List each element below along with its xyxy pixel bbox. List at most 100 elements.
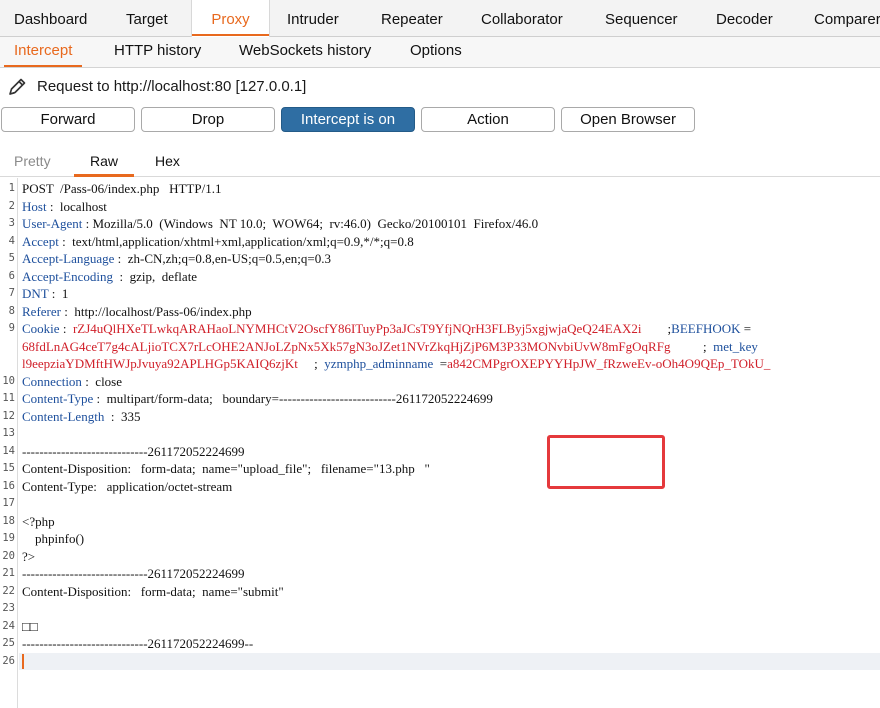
tab-http-history[interactable]: HTTP history (114, 37, 201, 67)
tab-pretty[interactable]: Pretty (14, 146, 51, 176)
code-line: Content-Type: application/octet-stream (22, 478, 232, 496)
code-line: Content-Length : 335 (22, 408, 140, 426)
tab-websockets-history[interactable]: WebSockets history (239, 37, 371, 67)
line-number: 16 (2, 479, 15, 492)
code-line: phpinfo() (22, 530, 84, 548)
tab-raw[interactable]: Raw (73, 146, 135, 177)
code-line: Accept-Encoding : gzip, deflate (22, 268, 197, 286)
tab-options[interactable]: Options (410, 37, 462, 67)
tab-hex[interactable]: Hex (155, 146, 180, 176)
cookie-value: l9eepziaYDMftHWJpJvuya92APLHGp5KAIQ6zjKt (22, 356, 298, 371)
line-number: 14 (2, 444, 15, 457)
header-value: : 335 (104, 408, 141, 424)
line-number: 2 (8, 199, 15, 212)
line-number: 19 (2, 532, 15, 544)
cookie-value: a842CMPgrOXEPYYHpJW_fRzweEv-oOh4O9QEp_TO… (447, 356, 771, 371)
tab-dashboard[interactable]: Dashboard (14, 0, 87, 36)
proxy-sub-tab-bar: Intercept HTTP history WebSockets histor… (0, 37, 880, 68)
tab-intercept[interactable]: Intercept (3, 37, 83, 67)
tab-comparer[interactable]: Comparer (814, 0, 880, 36)
tool-tab-bar: Dashboard Target Proxy Intruder Repeater… (0, 0, 880, 37)
line-number: 7 (8, 287, 15, 299)
tab-collaborator[interactable]: Collaborator (481, 0, 563, 36)
header-value: : (59, 321, 73, 336)
line-number: 6 (8, 269, 15, 282)
line-number: 9 (8, 322, 15, 334)
tab-decoder[interactable]: Decoder (716, 0, 773, 36)
line-text: Content-Type: application/octet-stream (22, 478, 233, 494)
header-name: Content-Length (22, 408, 105, 424)
cookie-value: 68fdLnAG4ceT7g4cALjioTCX7rLcOHE2ANJoLZpN… (22, 338, 671, 354)
request-info: Request to http://localhost:80 [127.0.0.… (0, 74, 880, 100)
line-text: □□ (22, 618, 38, 634)
forward-button[interactable]: Forward (1, 107, 135, 132)
request-editor[interactable]: 1 2 3 4 5 6 7 8 9 10 11 12 13 14 15 16 17 18 19 20 21 22 23 24 2… (0, 178, 880, 708)
line-text: POST /Pass-06/index.php HTTP/1.1 (22, 181, 222, 196)
cookie-name: BEEFHOOK (671, 321, 741, 336)
line-number: 22 (2, 584, 15, 597)
line-number: 15 (2, 462, 15, 474)
tab-sequencer[interactable]: Sequencer (605, 0, 678, 36)
header-name: Cookie (22, 321, 60, 336)
line-number (0, 338, 15, 356)
line-number: 13 (2, 427, 15, 439)
code-line: ?> (22, 548, 35, 566)
code-line: User-Agent : Mozilla/5.0 (Windows NT 10.… (22, 215, 538, 233)
header-value: : text/html,application/xhtml+xml,applic… (58, 233, 414, 249)
code-line: DNT : 1 (22, 285, 68, 303)
code-line: -----------------------------26117205222… (22, 443, 245, 461)
line-number: 4 (8, 234, 15, 247)
separator: ; (297, 356, 325, 371)
line-number: 1 (8, 182, 15, 194)
line-text: -----------------------------26117205222… (22, 443, 245, 459)
line-text: phpinfo() (22, 531, 85, 546)
text-caret (22, 654, 24, 669)
header-name: Referer (22, 303, 61, 319)
code-line: <?php (22, 513, 55, 531)
header-value: : http://localhost/Pass-06/index.php (60, 303, 252, 319)
filename-highlight-box (547, 435, 665, 489)
code-line: Accept : text/html,application/xhtml+xml… (22, 233, 414, 251)
code-line: Referer : http://localhost/Pass-06/index… (22, 303, 252, 321)
line-text: <?php (22, 513, 55, 529)
code-line: POST /Pass-06/index.php HTTP/1.1 (22, 180, 221, 198)
line-number: 25 (2, 637, 15, 649)
line-number: 24 (2, 619, 15, 632)
tab-proxy[interactable]: Proxy (191, 0, 270, 37)
tab-intruder[interactable]: Intruder (287, 0, 339, 36)
cookie-name: yzmphp_adminname (324, 356, 434, 371)
header-name: DNT (22, 286, 49, 301)
separator: ; (641, 321, 672, 336)
line-number: 10 (2, 374, 15, 387)
separator: = (740, 321, 752, 336)
header-value: : multipart/form-data; boundary=--------… (93, 391, 493, 406)
line-number: 17 (2, 497, 15, 509)
header-name: Accept-Language (22, 251, 115, 266)
code-line: 68fdLnAG4ceT7g4cALjioTCX7rLcOHE2ANJoLZpN… (22, 338, 758, 356)
header-value: : localhost (46, 198, 107, 214)
line-number: 21 (2, 567, 15, 579)
tab-target[interactable]: Target (126, 0, 168, 36)
line-number-gutter: 1 2 3 4 5 6 7 8 9 10 11 12 13 14 15 16 17 18 19 20 21 22 23 24 2… (0, 178, 18, 708)
line-number: 3 (8, 217, 15, 229)
header-value: : gzip, deflate (112, 268, 198, 284)
header-name: Accept (22, 233, 59, 249)
open-browser-button[interactable]: Open Browser (561, 107, 695, 132)
action-button[interactable]: Action (421, 107, 555, 132)
tab-repeater[interactable]: Repeater (381, 0, 443, 36)
header-value: : close (81, 373, 123, 389)
code-line: Accept-Language : zh-CN,zh;q=0.8,en-US;q… (22, 250, 331, 268)
intercept-toggle-button[interactable]: Intercept is on (281, 107, 415, 132)
code-line: Host : localhost (22, 198, 107, 216)
cookie-name: met_key (713, 338, 758, 354)
code-line: Connection : close (22, 373, 122, 391)
line-number: 18 (2, 514, 15, 527)
code-line: Cookie : rZJ4uQlHXeTLwkqARAHaoLNYMHCtV2O… (22, 320, 751, 338)
drop-button[interactable]: Drop (141, 107, 275, 132)
line-number: 23 (2, 602, 15, 614)
header-name: Accept-Encoding (22, 268, 113, 284)
line-text: ?> (22, 548, 36, 564)
line-number: 8 (8, 304, 15, 317)
line-number: 11 (2, 392, 15, 404)
line-number: 26 (2, 654, 15, 667)
